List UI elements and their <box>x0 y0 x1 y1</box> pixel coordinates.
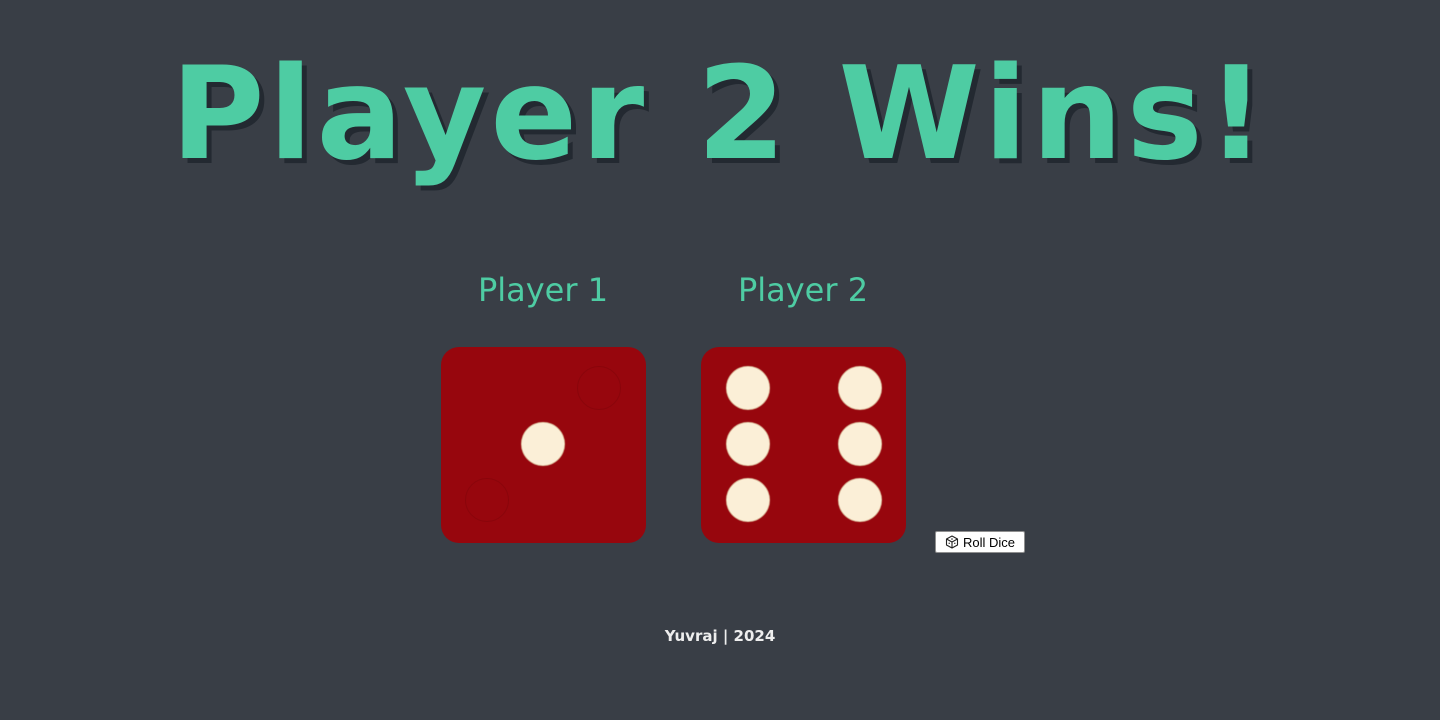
die-pip-placeholder <box>577 366 621 410</box>
game-page: Player 2 Wins! Player 1 Player 2 Roll Di… <box>0 0 1440 720</box>
roll-dice-label: Roll Dice <box>962 534 1015 550</box>
footer-credit: Yuvraj | 2024 <box>664 627 776 645</box>
dice-icon <box>945 535 959 549</box>
roll-dice-button[interactable]: Roll Dice <box>935 531 1025 553</box>
die-pip <box>727 423 769 465</box>
die-pip <box>727 479 769 521</box>
player-2-die <box>701 347 906 543</box>
die-pip <box>839 479 881 521</box>
player-1-name: Player 1 <box>477 271 609 309</box>
die-pip <box>839 367 881 409</box>
player-2-name: Player 2 <box>737 271 869 309</box>
die-pip <box>727 367 769 409</box>
die-pip <box>522 423 564 465</box>
result-headline: Player 2 Wins! <box>170 40 1270 189</box>
die-pip-placeholder <box>465 478 509 522</box>
die-pip <box>839 423 881 465</box>
player-1-die <box>441 347 646 543</box>
